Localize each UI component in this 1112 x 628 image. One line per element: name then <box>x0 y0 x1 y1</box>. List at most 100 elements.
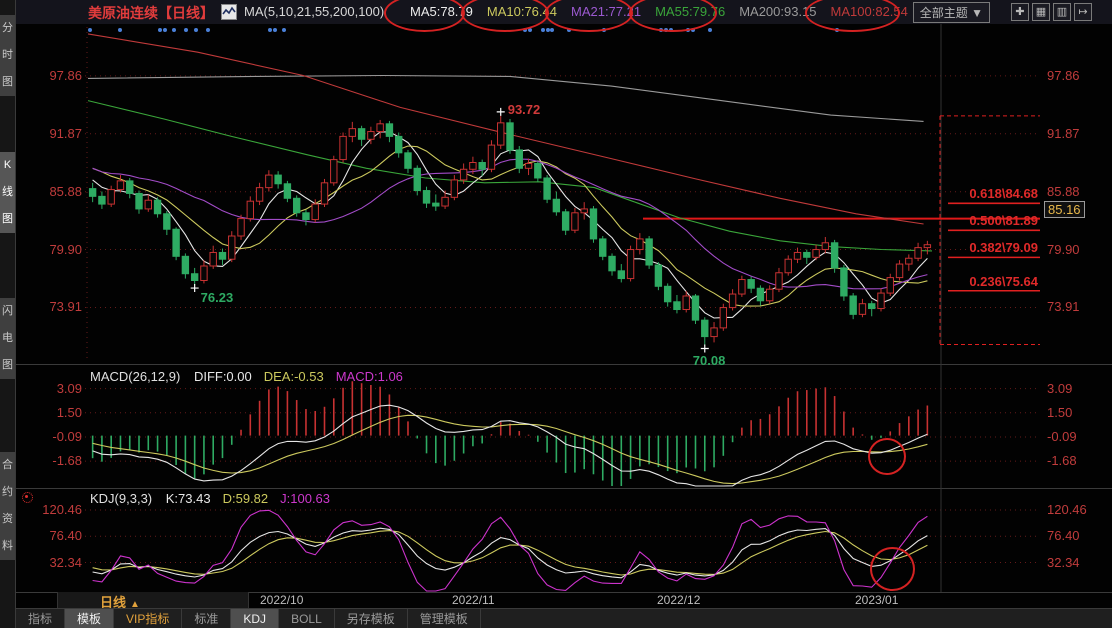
event-dot <box>206 28 210 32</box>
candle <box>293 198 299 213</box>
exit-fullscreen-icon[interactable]: ↦ <box>1074 3 1092 21</box>
event-dot <box>541 28 545 32</box>
candle <box>191 274 197 281</box>
ma-line-ma10 <box>93 146 928 306</box>
sidebar-item-2[interactable]: 闪 电 图 <box>0 298 15 379</box>
tab-模板[interactable]: 模板 <box>65 609 114 628</box>
event-dot <box>602 28 606 32</box>
candle <box>887 278 893 293</box>
candle <box>284 184 290 199</box>
candle <box>238 219 244 236</box>
candle <box>117 181 123 190</box>
candle <box>358 129 364 140</box>
candle <box>553 199 559 212</box>
candle <box>794 252 800 259</box>
candle <box>581 209 587 213</box>
tab-管理模板[interactable]: 管理模板 <box>408 609 481 628</box>
event-dot <box>118 28 122 32</box>
extreme-cross-marker <box>497 108 505 116</box>
kdj-j-line <box>93 510 928 591</box>
kdj-readout-0: K:73.43 <box>166 491 211 506</box>
event-dot <box>546 28 550 32</box>
candle <box>924 245 930 248</box>
candle <box>154 200 160 214</box>
tab-VIP指标[interactable]: VIP指标 <box>114 609 182 628</box>
candle <box>460 169 466 180</box>
event-dot <box>268 28 272 32</box>
chart-canvas[interactable] <box>0 0 1112 628</box>
tab-BOLL[interactable]: BOLL <box>279 609 335 628</box>
ma-readout-5: MA100:82.54 <box>831 4 908 19</box>
kdj-header: KDJ(9,3,3) K:73.43D:59.82J:100.63 <box>90 491 342 506</box>
extreme-cross-marker <box>701 345 709 353</box>
candle <box>321 183 327 204</box>
candle <box>256 188 262 202</box>
chart-header: 美原油连续【日线】 MA(5,10,21,55,200,100) MA5:78.… <box>16 0 1112 24</box>
candle <box>804 252 810 257</box>
candle <box>627 250 633 279</box>
candle <box>488 145 494 169</box>
theme-dropdown[interactable]: 全部主题 ▼ <box>913 2 990 23</box>
candle <box>822 243 828 250</box>
event-dot <box>282 28 286 32</box>
tab-KDJ[interactable]: KDJ <box>231 609 279 628</box>
kdj-d-line <box>93 531 928 575</box>
event-dot <box>528 28 532 32</box>
ma-readout-0: MA5:78.79 <box>410 4 473 19</box>
candle <box>414 168 420 190</box>
candle <box>748 280 754 289</box>
extreme-cross-marker <box>191 284 199 292</box>
event-dot <box>163 28 167 32</box>
event-dot <box>686 28 690 32</box>
ma-line-ma21 <box>93 159 928 289</box>
candle <box>275 175 281 184</box>
kdj-formula: KDJ(9,3,3) <box>90 491 152 506</box>
candle <box>303 213 309 220</box>
candle <box>655 265 661 286</box>
ma-line-ma100 <box>88 34 924 224</box>
candle <box>646 239 652 265</box>
candle <box>766 289 772 301</box>
sidebar-item-1[interactable]: K 线 图 <box>0 152 15 233</box>
candle <box>210 252 216 266</box>
period-selector-cell <box>57 592 249 608</box>
kdj-readout-2: J:100.63 <box>280 491 330 506</box>
tab-指标[interactable]: 指标 <box>16 609 65 628</box>
ma-settings-label: MA(5,10,21,55,200,100) <box>244 4 384 19</box>
chart-type-icon[interactable] <box>221 4 237 20</box>
candle <box>386 124 392 137</box>
candle <box>331 160 337 183</box>
candle <box>869 304 875 309</box>
theme-dropdown-label: 全部主题 <box>920 6 968 20</box>
event-dot <box>669 28 673 32</box>
candle <box>692 296 698 320</box>
grid-layout-icon[interactable]: ▦ <box>1032 3 1050 21</box>
candle <box>618 271 624 279</box>
tab-标准[interactable]: 标准 <box>182 609 231 628</box>
pan-icon[interactable]: ✚ <box>1011 3 1029 21</box>
tab-另存模板[interactable]: 另存模板 <box>335 609 408 628</box>
candle <box>164 214 170 229</box>
candle <box>525 163 531 168</box>
panel-layout-icon[interactable]: ▥ <box>1053 3 1071 21</box>
candle <box>896 264 902 278</box>
candle <box>127 181 133 194</box>
candle <box>173 229 179 256</box>
event-dot <box>158 28 162 32</box>
sidebar-item-3[interactable]: 合 约 资 料 <box>0 452 15 560</box>
candle <box>433 203 439 206</box>
macd-readout-0: DIFF:0.00 <box>194 369 252 384</box>
candle <box>442 197 448 206</box>
candle <box>312 204 318 219</box>
candle <box>396 136 402 152</box>
candle <box>590 209 596 239</box>
candle <box>562 212 568 230</box>
event-dot <box>184 28 188 32</box>
candle <box>201 266 207 281</box>
sidebar-item-0[interactable]: 分 时 图 <box>0 15 15 96</box>
event-dot <box>708 28 712 32</box>
event-dot <box>550 28 554 32</box>
candle <box>247 201 253 218</box>
event-dot <box>835 28 839 32</box>
event-dot <box>88 28 92 32</box>
